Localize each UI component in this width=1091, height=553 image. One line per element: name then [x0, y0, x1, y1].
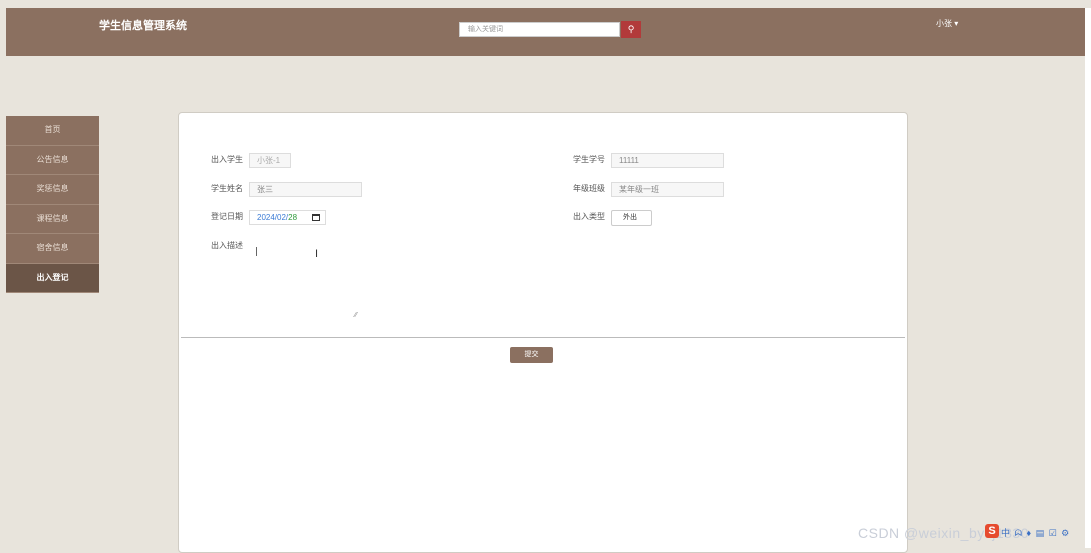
type-select[interactable]: 外出 — [611, 210, 652, 226]
sidebar: 首页 公告信息 奖惩信息 课程信息 宿舍信息 出入登记 — [6, 116, 99, 293]
ime-logo-icon[interactable]: S — [985, 524, 999, 538]
desc-label: 出入描述 — [211, 241, 243, 250]
name-label: 学生姓名 — [211, 184, 243, 193]
sidebar-item-checkin[interactable]: 出入登记 — [6, 263, 99, 293]
search-input[interactable]: 输入关键词 — [459, 22, 620, 37]
form-divider — [181, 337, 905, 338]
sidebar-item-home[interactable]: 首页 — [6, 116, 99, 146]
user-menu[interactable]: 小张 ▾ — [936, 18, 958, 29]
name-field[interactable]: 张三 — [249, 182, 362, 197]
submit-button[interactable]: 提交 — [510, 347, 553, 363]
sidebar-item-dorms[interactable]: 宿舍信息 — [6, 234, 99, 264]
date-label: 登记日期 — [211, 212, 243, 221]
calendar-icon[interactable] — [312, 214, 320, 221]
student-no-label: 学生学号 — [573, 155, 605, 164]
student-field[interactable]: 小张-1 — [249, 153, 291, 168]
sidebar-item-rewards[interactable]: 奖惩信息 — [6, 175, 99, 205]
ime-toolbar[interactable]: 中 ᗣ ♦ ▤ ☑ ⚙ — [1001, 526, 1070, 539]
student-no-field[interactable]: 11111 — [611, 153, 724, 168]
resize-grip-icon[interactable]: ⁄⁄ — [355, 312, 357, 319]
sidebar-item-announcements[interactable]: 公告信息 — [6, 145, 99, 175]
type-label: 出入类型 — [573, 212, 605, 221]
grade-label: 年级班级 — [573, 184, 605, 193]
grade-field[interactable]: 某年级一班 — [611, 182, 724, 197]
date-value: 2024/02/ — [257, 213, 289, 222]
desc-textarea[interactable]: I ⁄⁄ — [253, 244, 357, 319]
form-panel: 出入学生 小张-1 学生学号 11111 学生姓名 张三 年级班级 某年级一班 … — [178, 112, 908, 553]
text-caret — [256, 247, 257, 256]
ibeam-cursor-icon: I — [315, 248, 319, 260]
date-field[interactable]: 2024/02/28 — [249, 210, 326, 225]
top-navbar: 学生信息管理系统 输入关键词 ⚲ 小张 ▾ — [6, 8, 1085, 56]
search-button[interactable]: ⚲ — [621, 21, 641, 38]
date-day: 28 — [288, 213, 298, 222]
sidebar-item-courses[interactable]: 课程信息 — [6, 204, 99, 234]
app-title: 学生信息管理系统 — [99, 20, 187, 32]
search-icon: ⚲ — [627, 24, 635, 34]
right-edge — [1085, 8, 1091, 548]
student-label: 出入学生 — [211, 155, 243, 164]
